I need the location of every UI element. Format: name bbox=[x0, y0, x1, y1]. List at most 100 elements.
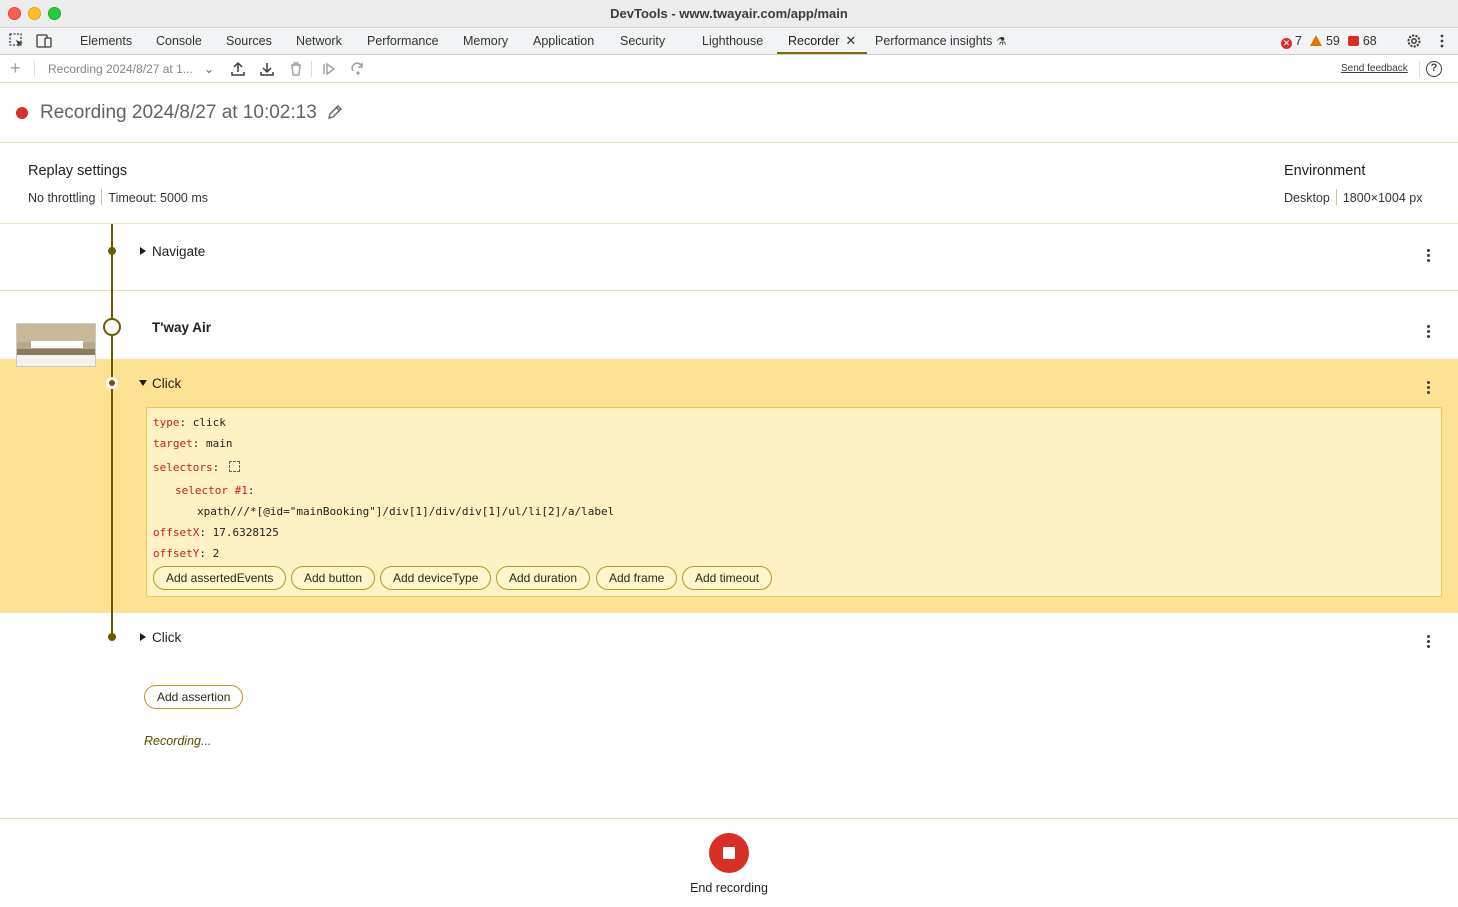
settings-divider bbox=[1335, 189, 1337, 205]
devtools-tabbar: Elements Console Sources Network Perform… bbox=[0, 28, 1458, 55]
page-screenshot-thumbnail bbox=[16, 323, 96, 367]
settings-gear-icon[interactable] bbox=[1405, 32, 1423, 50]
prop-key: offsetY bbox=[153, 547, 200, 560]
prop-value[interactable]: 17.6328125 bbox=[213, 526, 279, 539]
select-element-icon[interactable] bbox=[229, 461, 241, 472]
window-titlebar: DevTools - www.twayair.com/app/main bbox=[0, 0, 1458, 28]
step-menu-icon[interactable] bbox=[1427, 381, 1431, 395]
tab-recorder-label: Recorder bbox=[788, 34, 840, 48]
prop-key: type bbox=[153, 416, 180, 429]
expand-caret-icon[interactable] bbox=[140, 247, 146, 255]
replay-settings-values: No throttling Timeout: 5000 ms bbox=[28, 189, 208, 205]
prop-target[interactable]: target: main bbox=[153, 437, 233, 450]
timeline-node bbox=[108, 633, 116, 641]
add-duration-button[interactable]: Add duration bbox=[496, 566, 591, 590]
prop-key: selector #1 bbox=[175, 484, 248, 497]
timeout-setting[interactable]: Timeout: 5000 ms bbox=[108, 191, 208, 205]
edit-title-icon[interactable] bbox=[326, 103, 344, 121]
close-tab-icon[interactable]: ✕ bbox=[845, 33, 856, 48]
prop-selector-1: selector #1: bbox=[175, 484, 255, 497]
section-menu-icon[interactable] bbox=[1427, 325, 1431, 339]
collapse-caret-icon[interactable] bbox=[139, 380, 147, 386]
issue-counters[interactable]: ✕ 7 59 68 bbox=[1281, 28, 1377, 54]
import-icon[interactable] bbox=[258, 60, 276, 78]
recording-selector[interactable]: Recording 2024/8/27 at 1... ⌄ bbox=[48, 55, 218, 83]
prop-offsety[interactable]: offsetY: 2 bbox=[153, 547, 219, 560]
prop-type[interactable]: type: click bbox=[153, 416, 226, 429]
add-timeout-button[interactable]: Add timeout bbox=[682, 566, 773, 590]
tab-lighthouse[interactable]: Lighthouse bbox=[702, 28, 763, 54]
tab-console[interactable]: Console bbox=[156, 28, 202, 54]
inspect-element-icon[interactable] bbox=[8, 32, 26, 50]
selector-1-value[interactable]: xpath///*[@id="mainBooking"]/div[1]/div/… bbox=[197, 505, 614, 518]
tab-recorder[interactable]: Recorder ✕ bbox=[777, 28, 868, 54]
message-icon bbox=[1347, 36, 1359, 46]
tab-security[interactable]: Security bbox=[620, 28, 665, 54]
replay-settings-heading: Replay settings bbox=[28, 163, 128, 179]
timeline-section-node bbox=[103, 318, 121, 336]
toolbar-divider bbox=[34, 61, 35, 77]
throttling-select[interactable]: No throttling bbox=[28, 191, 95, 205]
prop-key: offsetX bbox=[153, 526, 200, 539]
toolbar-divider bbox=[311, 61, 312, 77]
end-recording-label: End recording bbox=[690, 881, 768, 895]
settings-divider bbox=[101, 189, 103, 205]
window-title: DevTools - www.twayair.com/app/main bbox=[610, 6, 848, 21]
prop-key: selectors bbox=[153, 461, 213, 474]
environment-heading: Environment bbox=[1284, 163, 1366, 179]
timeline-line bbox=[111, 224, 113, 637]
export-icon[interactable] bbox=[229, 60, 247, 78]
step-click-title[interactable]: Click bbox=[152, 630, 181, 645]
prop-value[interactable]: 2 bbox=[213, 547, 220, 560]
message-count: 68 bbox=[1362, 34, 1377, 48]
create-recording-button[interactable]: + bbox=[10, 58, 21, 79]
replay-step-icon[interactable] bbox=[349, 60, 367, 78]
step-menu-icon[interactable] bbox=[1427, 635, 1431, 649]
add-assertedevents-button[interactable]: Add assertedEvents bbox=[153, 566, 287, 590]
add-button-button[interactable]: Add button bbox=[291, 566, 376, 590]
warning-count: 59 bbox=[1325, 34, 1340, 48]
timeline-node-selected bbox=[106, 377, 118, 389]
section-title: T'way Air bbox=[152, 320, 211, 335]
step-click-title[interactable]: Click bbox=[152, 376, 181, 391]
tab-sources[interactable]: Sources bbox=[226, 28, 272, 54]
prop-value[interactable]: main bbox=[206, 437, 233, 450]
prop-selectors: selectors: bbox=[153, 461, 241, 474]
help-icon[interactable]: ? bbox=[1426, 61, 1442, 77]
recording-status: Recording... bbox=[144, 734, 212, 748]
prop-offsetx[interactable]: offsetX: 17.6328125 bbox=[153, 526, 279, 539]
chevron-down-icon: ⌄ bbox=[204, 62, 215, 76]
recording-selector-label: Recording 2024/8/27 at 1... bbox=[48, 62, 193, 76]
delete-recording-icon[interactable] bbox=[287, 60, 305, 78]
add-frame-button[interactable]: Add frame bbox=[596, 566, 678, 590]
expand-caret-icon[interactable] bbox=[140, 633, 146, 641]
tab-elements[interactable]: Elements bbox=[80, 28, 132, 54]
send-feedback-link[interactable]: Send feedback bbox=[1341, 63, 1408, 74]
experiment-flask-icon: ⚗ bbox=[996, 36, 1007, 48]
step-menu-icon[interactable] bbox=[1427, 249, 1431, 263]
step-divider bbox=[0, 290, 1458, 291]
device-toolbar-icon[interactable] bbox=[35, 32, 53, 50]
tab-memory[interactable]: Memory bbox=[463, 28, 508, 54]
replay-settings-section: Replay settings No throttling Timeout: 50… bbox=[0, 143, 1458, 224]
tab-performance-insights[interactable]: Performance insights ⚗ bbox=[875, 28, 1006, 54]
replay-icon[interactable] bbox=[320, 60, 338, 78]
timeline-node bbox=[108, 247, 116, 255]
toolbar-divider bbox=[1419, 61, 1420, 77]
tab-application[interactable]: Application bbox=[533, 28, 594, 54]
error-icon: ✕ bbox=[1281, 38, 1292, 49]
step-navigate-title[interactable]: Navigate bbox=[152, 244, 205, 259]
recording-title[interactable]: Recording 2024/8/27 at 10:02:13 bbox=[40, 102, 317, 124]
end-recording-button[interactable] bbox=[709, 833, 749, 873]
warning-icon bbox=[1309, 35, 1322, 46]
recording-indicator-icon bbox=[16, 107, 28, 119]
add-assertion-button[interactable]: Add assertion bbox=[144, 685, 244, 709]
more-options-icon[interactable] bbox=[1433, 32, 1451, 50]
tab-performance[interactable]: Performance bbox=[367, 28, 439, 54]
prop-value[interactable]: click bbox=[193, 416, 226, 429]
add-devicetype-button[interactable]: Add deviceType bbox=[380, 566, 492, 590]
tab-performance-insights-label: Performance insights bbox=[875, 34, 993, 48]
prop-key: target bbox=[153, 437, 193, 450]
tab-network[interactable]: Network bbox=[296, 28, 342, 54]
stop-icon bbox=[723, 847, 735, 859]
